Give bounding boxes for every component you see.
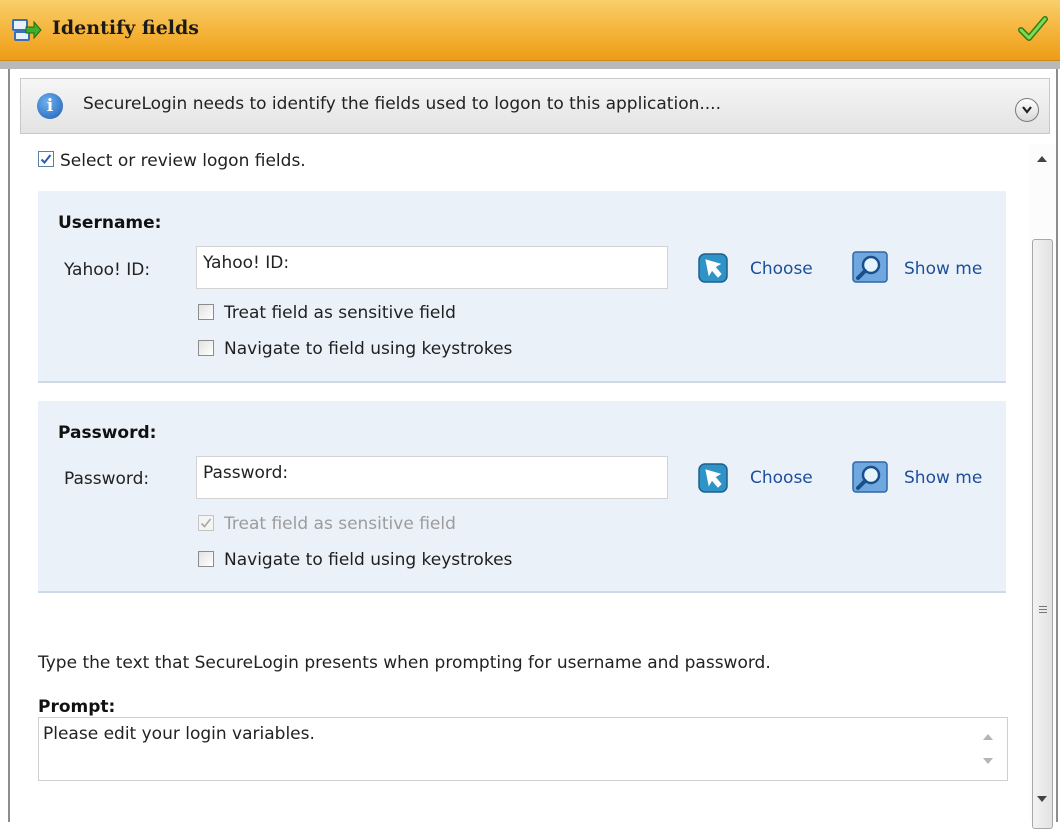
frame-border-right xyxy=(1056,69,1058,822)
prompt-hint-text: Type the text that SecureLogin presents … xyxy=(38,653,771,673)
arrow-swap-icon xyxy=(12,18,42,42)
username-navigate-label: Navigate to field using keystrokes xyxy=(224,339,513,359)
username-panel: Username: Yahoo! ID: Yahoo! ID: Choose S… xyxy=(38,191,1006,383)
arrow-cursor-icon[interactable] xyxy=(698,253,728,283)
password-input[interactable]: Password: xyxy=(196,456,668,499)
username-sensitive-checkbox[interactable] xyxy=(198,304,214,320)
prompt-text: Please edit your login variables. xyxy=(43,724,315,744)
title-bar: Identify fields xyxy=(0,0,1060,61)
chevron-down-icon xyxy=(1022,106,1032,114)
info-bar: i SecureLogin needs to identify the fiel… xyxy=(20,78,1050,134)
green-check-icon xyxy=(1018,14,1048,44)
username-navigate-checkbox[interactable] xyxy=(198,340,214,356)
magnifier-icon[interactable] xyxy=(852,251,888,283)
textarea-scroll-down-icon[interactable] xyxy=(983,758,993,764)
password-navigate-label: Navigate to field using keystrokes xyxy=(224,550,513,570)
vertical-scrollbar[interactable] xyxy=(1030,144,1056,829)
arrow-cursor-icon[interactable] xyxy=(698,463,728,493)
grip-icon xyxy=(1039,606,1047,615)
username-choose-link[interactable]: Choose xyxy=(750,259,813,279)
info-text: SecureLogin needs to identify the fields… xyxy=(83,94,721,114)
prompt-textarea[interactable]: Please edit your login variables. xyxy=(38,717,1008,781)
review-fields-label: Select or review logon fields. xyxy=(60,151,306,171)
password-sensitive-checkbox[interactable] xyxy=(198,515,214,531)
prompt-heading: Prompt: xyxy=(38,697,116,717)
username-heading: Username: xyxy=(58,213,162,233)
username-input[interactable]: Yahoo! ID: xyxy=(196,246,668,289)
review-fields-checkbox[interactable] xyxy=(38,151,54,167)
textarea-scroll-up-icon[interactable] xyxy=(983,734,993,740)
title-divider xyxy=(0,61,1060,69)
frame-border-left xyxy=(8,69,10,822)
window-title: Identify fields xyxy=(52,17,199,39)
password-showme-link[interactable]: Show me xyxy=(904,468,982,488)
info-icon: i xyxy=(37,93,63,119)
password-navigate-checkbox[interactable] xyxy=(198,551,214,567)
password-sensitive-label: Treat field as sensitive field xyxy=(224,514,456,534)
username-field-label: Yahoo! ID: xyxy=(64,260,151,280)
expand-button[interactable] xyxy=(1015,98,1039,122)
username-showme-link[interactable]: Show me xyxy=(904,259,982,279)
password-field-label: Password: xyxy=(64,469,150,489)
magnifier-icon[interactable] xyxy=(852,461,888,493)
username-sensitive-label: Treat field as sensitive field xyxy=(224,303,456,323)
password-choose-link[interactable]: Choose xyxy=(750,468,813,488)
scrollbar-thumb[interactable] xyxy=(1032,239,1053,829)
scroll-down-arrow-icon[interactable] xyxy=(1037,796,1047,802)
scroll-up-arrow-icon[interactable] xyxy=(1037,156,1047,162)
password-panel: Password: Password: Password: Choose Sho… xyxy=(38,401,1006,593)
password-heading: Password: xyxy=(58,423,157,443)
